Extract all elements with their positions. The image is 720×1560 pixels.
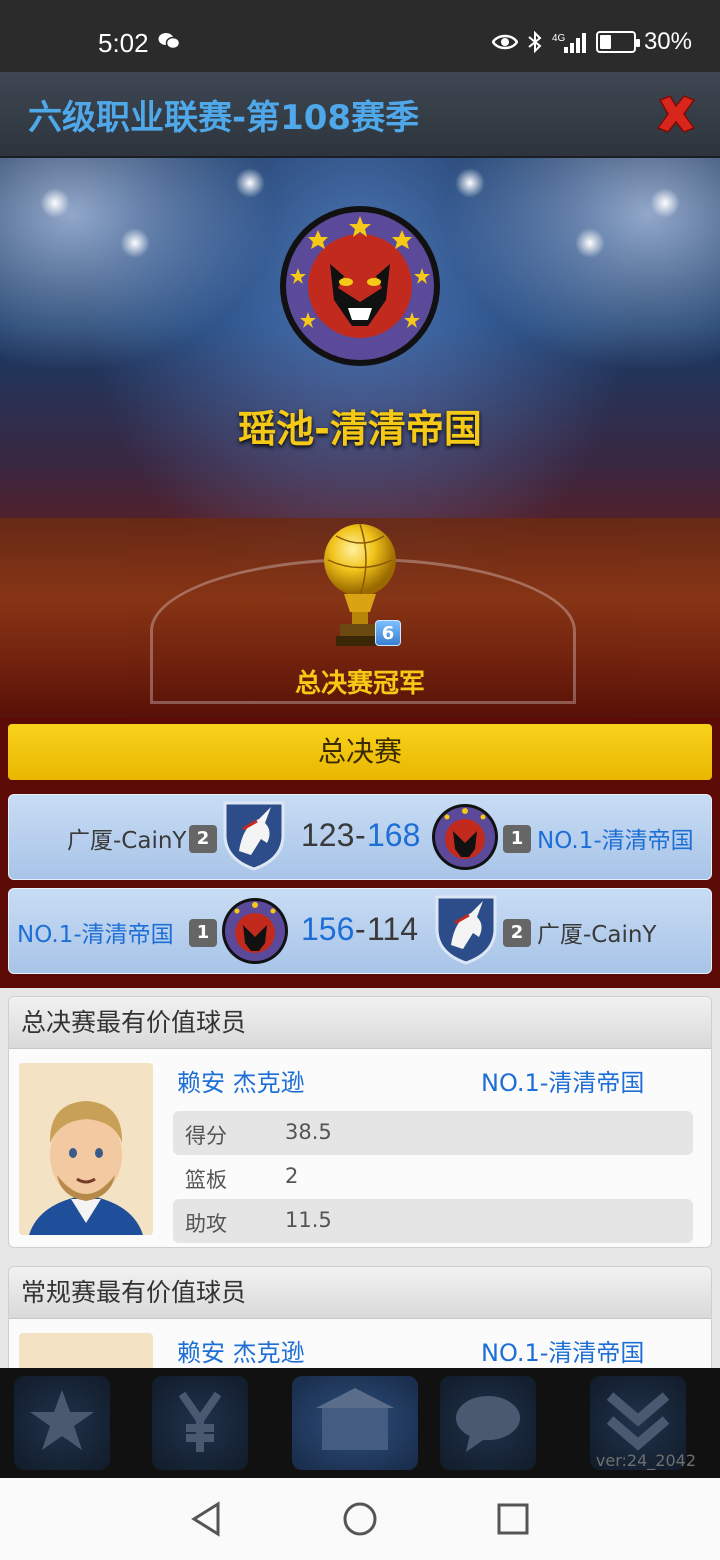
stat-label: 助攻 xyxy=(185,1212,227,1236)
status-bar: 5:02 4G 30% xyxy=(0,0,720,72)
nav-tab-star[interactable] xyxy=(14,1376,110,1470)
game-right-score: 114 xyxy=(367,911,419,947)
game-right-seed: 2 xyxy=(503,919,531,947)
finals-game-row[interactable]: 广厦-CainY 2 123 - 168 1 NO.1-清清帝国 xyxy=(8,794,712,880)
champion-label: 总决赛冠军 xyxy=(294,669,425,699)
stadium-light xyxy=(455,168,485,198)
mvp-section: 总决赛最有价值球员 赖安 杰克逊 NO.1-清清帝国 得分 38.5 篮板 2 … xyxy=(0,988,720,1368)
game-right-team[interactable]: NO.1-清清帝国 xyxy=(537,821,694,855)
game-left-team[interactable]: 广厦-CainY xyxy=(67,821,186,855)
finals-game-row[interactable]: NO.1-清清帝国 1 156 - 114 2 广厦-CainY xyxy=(8,888,712,974)
bluetooth-icon xyxy=(528,31,542,53)
recents-icon[interactable] xyxy=(492,1498,534,1540)
nav-tab-home[interactable] xyxy=(292,1376,418,1470)
game-left-seed: 2 xyxy=(189,825,217,853)
unicorn-team-logo-icon xyxy=(435,895,497,965)
regular-mvp-card: 常规赛最有价值球员 赖安 杰克逊 NO.1-清清帝国 xyxy=(8,1266,712,1368)
stat-row-assists: 助攻 11.5 xyxy=(173,1199,693,1243)
screen: 5:02 4G 30% 六级职业联赛-第108赛季 瑶池-清清帝国 6 总决赛冠… xyxy=(0,0,720,1560)
tiger-team-logo-icon xyxy=(432,804,498,870)
finals-mvp-title: 总决赛最有价值球员 xyxy=(9,997,711,1049)
svg-text:4G: 4G xyxy=(552,33,566,44)
version-label: ver:24_2042 xyxy=(595,1451,696,1470)
yen-icon xyxy=(178,1391,222,1452)
regular-mvp-title: 常规赛最有价值球员 xyxy=(9,1267,711,1319)
battery-icon xyxy=(595,31,640,53)
game-right-score: 168 xyxy=(367,817,421,853)
stat-value: 2 xyxy=(285,1164,299,1188)
tiger-team-logo-icon xyxy=(222,898,288,964)
stadium-light xyxy=(650,188,680,218)
stadium-light xyxy=(235,168,265,198)
player-name[interactable]: 赖安 杰克逊 xyxy=(177,1333,305,1368)
champion-team-name: 瑶池-清清帝国 xyxy=(238,407,482,451)
player-name[interactable]: 赖安 杰克逊 xyxy=(177,1063,305,1098)
stat-value: 11.5 xyxy=(285,1208,332,1232)
player-team[interactable]: NO.1-清清帝国 xyxy=(481,1333,644,1368)
signal-icon: 4G xyxy=(552,33,586,53)
player-avatar[interactable] xyxy=(19,1333,153,1368)
nav-tab-money[interactable] xyxy=(152,1376,248,1470)
game-right-team[interactable]: 广厦-CainY xyxy=(537,915,656,949)
team-logo-tiger-icon xyxy=(280,206,440,366)
player-portrait-icon xyxy=(19,1063,153,1235)
stat-row-points: 得分 38.5 xyxy=(173,1111,693,1155)
unicorn-team-logo-icon xyxy=(223,801,285,871)
stadium-light xyxy=(120,228,150,258)
stat-value: 38.5 xyxy=(285,1120,332,1144)
stat-row-rebounds: 篮板 2 xyxy=(173,1155,693,1199)
nav-tab-chat[interactable] xyxy=(440,1376,536,1470)
score-separator: - xyxy=(355,817,366,853)
champion-banner: 瑶池-清清帝国 6 总决赛冠军 xyxy=(0,158,720,718)
stadium-light xyxy=(575,228,605,258)
header: 六级职业联赛-第108赛季 xyxy=(0,72,720,158)
status-time: 5:02 xyxy=(98,28,149,58)
wechat-icon xyxy=(158,33,180,50)
chat-icon xyxy=(456,1396,520,1452)
game-left-score: 123 xyxy=(301,817,355,853)
game-left-team[interactable]: NO.1-清清帝国 xyxy=(17,915,174,949)
status-right: 4G 30% xyxy=(491,28,692,56)
arena-icon xyxy=(316,1388,394,1450)
game-right-seed: 1 xyxy=(503,825,531,853)
stat-label: 篮板 xyxy=(185,1168,227,1192)
stadium-light xyxy=(40,188,70,218)
eye-icon xyxy=(491,34,518,50)
player-avatar[interactable] xyxy=(19,1063,153,1235)
game-bottom-nav: ver:24_2042 xyxy=(0,1368,720,1478)
stat-label: 得分 xyxy=(185,1124,227,1148)
game-left-score: 156 xyxy=(301,911,355,947)
finals-mvp-card: 总决赛最有价值球员 赖安 杰克逊 NO.1-清清帝国 得分 38.5 篮板 2 … xyxy=(8,996,712,1248)
page-title: 六级职业联赛-第108赛季 xyxy=(28,98,420,138)
finals-section: 总决赛 广厦-CainY 2 123 - 168 1 NO.1-清清帝国 NO.… xyxy=(0,718,720,988)
star-icon xyxy=(30,1390,94,1450)
player-team[interactable]: NO.1-清清帝国 xyxy=(481,1063,644,1098)
game-left-seed: 1 xyxy=(189,919,217,947)
finals-header[interactable]: 总决赛 xyxy=(8,724,712,780)
trophy-count-badge: 6 xyxy=(375,620,401,646)
home-icon[interactable] xyxy=(339,1498,381,1540)
system-nav-bar xyxy=(0,1478,720,1560)
score-separator: - xyxy=(355,911,366,947)
battery-percent: 30% xyxy=(643,28,692,55)
close-icon[interactable] xyxy=(654,92,698,136)
back-icon[interactable] xyxy=(186,1498,228,1540)
